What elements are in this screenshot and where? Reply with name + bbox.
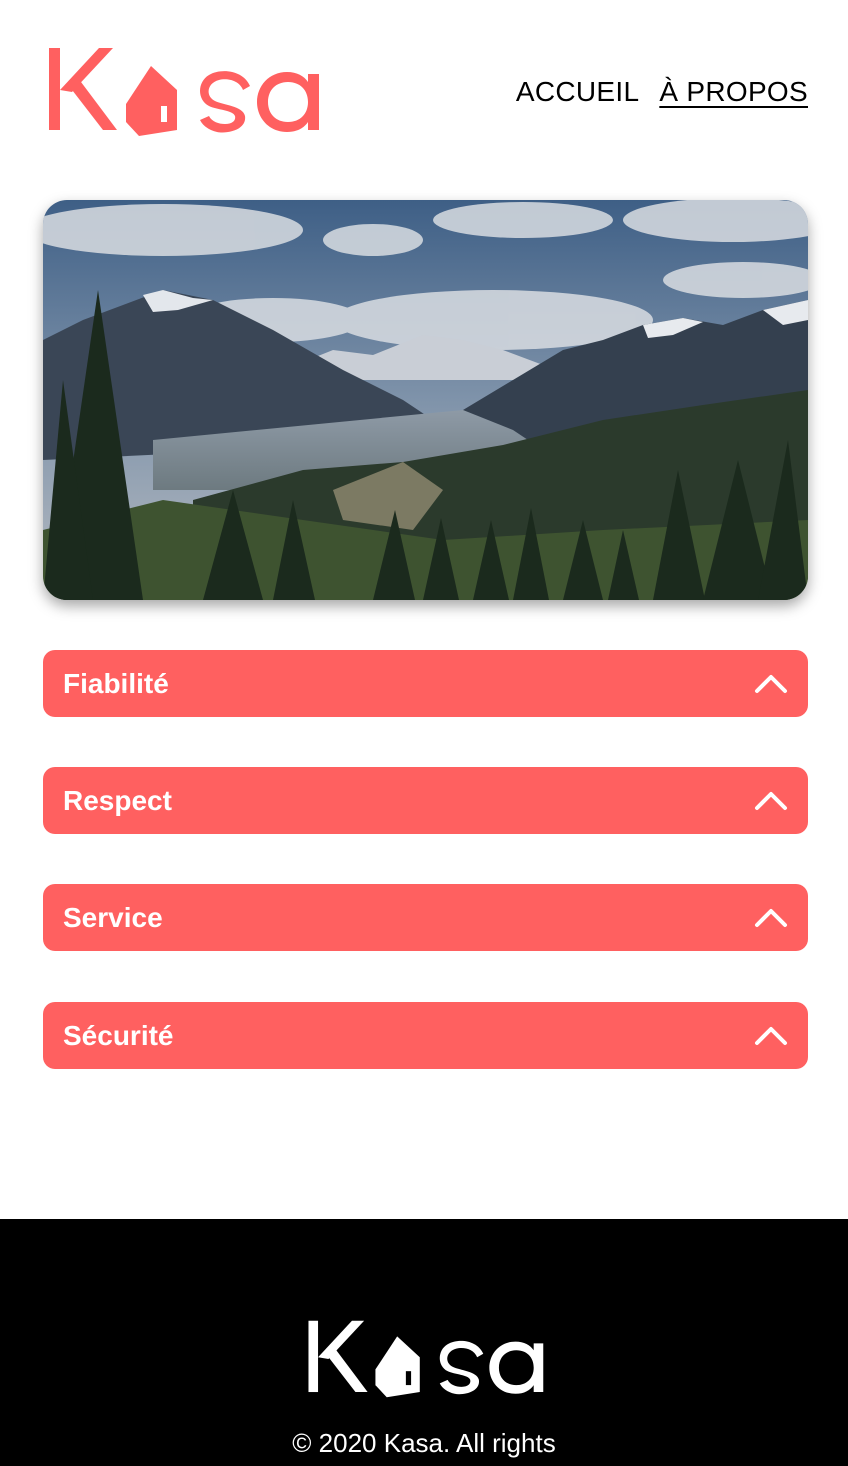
collapse-title: Respect xyxy=(63,784,172,816)
nav-link-a-propos[interactable]: À PROPOS xyxy=(659,76,808,108)
chevron-up-icon[interactable] xyxy=(754,790,788,812)
about-banner-image xyxy=(43,200,808,600)
kasa-footer-logo xyxy=(308,1320,544,1398)
site-header: ACCUEIL À PROPOS xyxy=(0,0,848,190)
chevron-up-icon[interactable] xyxy=(754,1025,788,1047)
nav-link-accueil[interactable]: ACCUEIL xyxy=(516,76,639,108)
collapse-securite[interactable]: Sécurité xyxy=(43,1002,808,1069)
chevron-up-icon[interactable] xyxy=(754,907,788,929)
collapse-title: Sécurité xyxy=(63,1019,174,1051)
collapse-respect[interactable]: Respect xyxy=(43,767,808,834)
collapse-fiabilite[interactable]: Fiabilité xyxy=(43,650,808,717)
copyright-text: © 2020 Kasa. All rights xyxy=(292,1428,556,1458)
kasa-logo[interactable] xyxy=(47,46,319,138)
collapse-title: Service xyxy=(63,901,163,933)
collapse-title: Fiabilité xyxy=(63,667,169,699)
site-footer: © 2020 Kasa. All rights xyxy=(0,1219,848,1466)
collapse-service[interactable]: Service xyxy=(43,884,808,951)
main-nav: ACCUEIL À PROPOS xyxy=(516,76,808,108)
chevron-up-icon[interactable] xyxy=(754,673,788,695)
